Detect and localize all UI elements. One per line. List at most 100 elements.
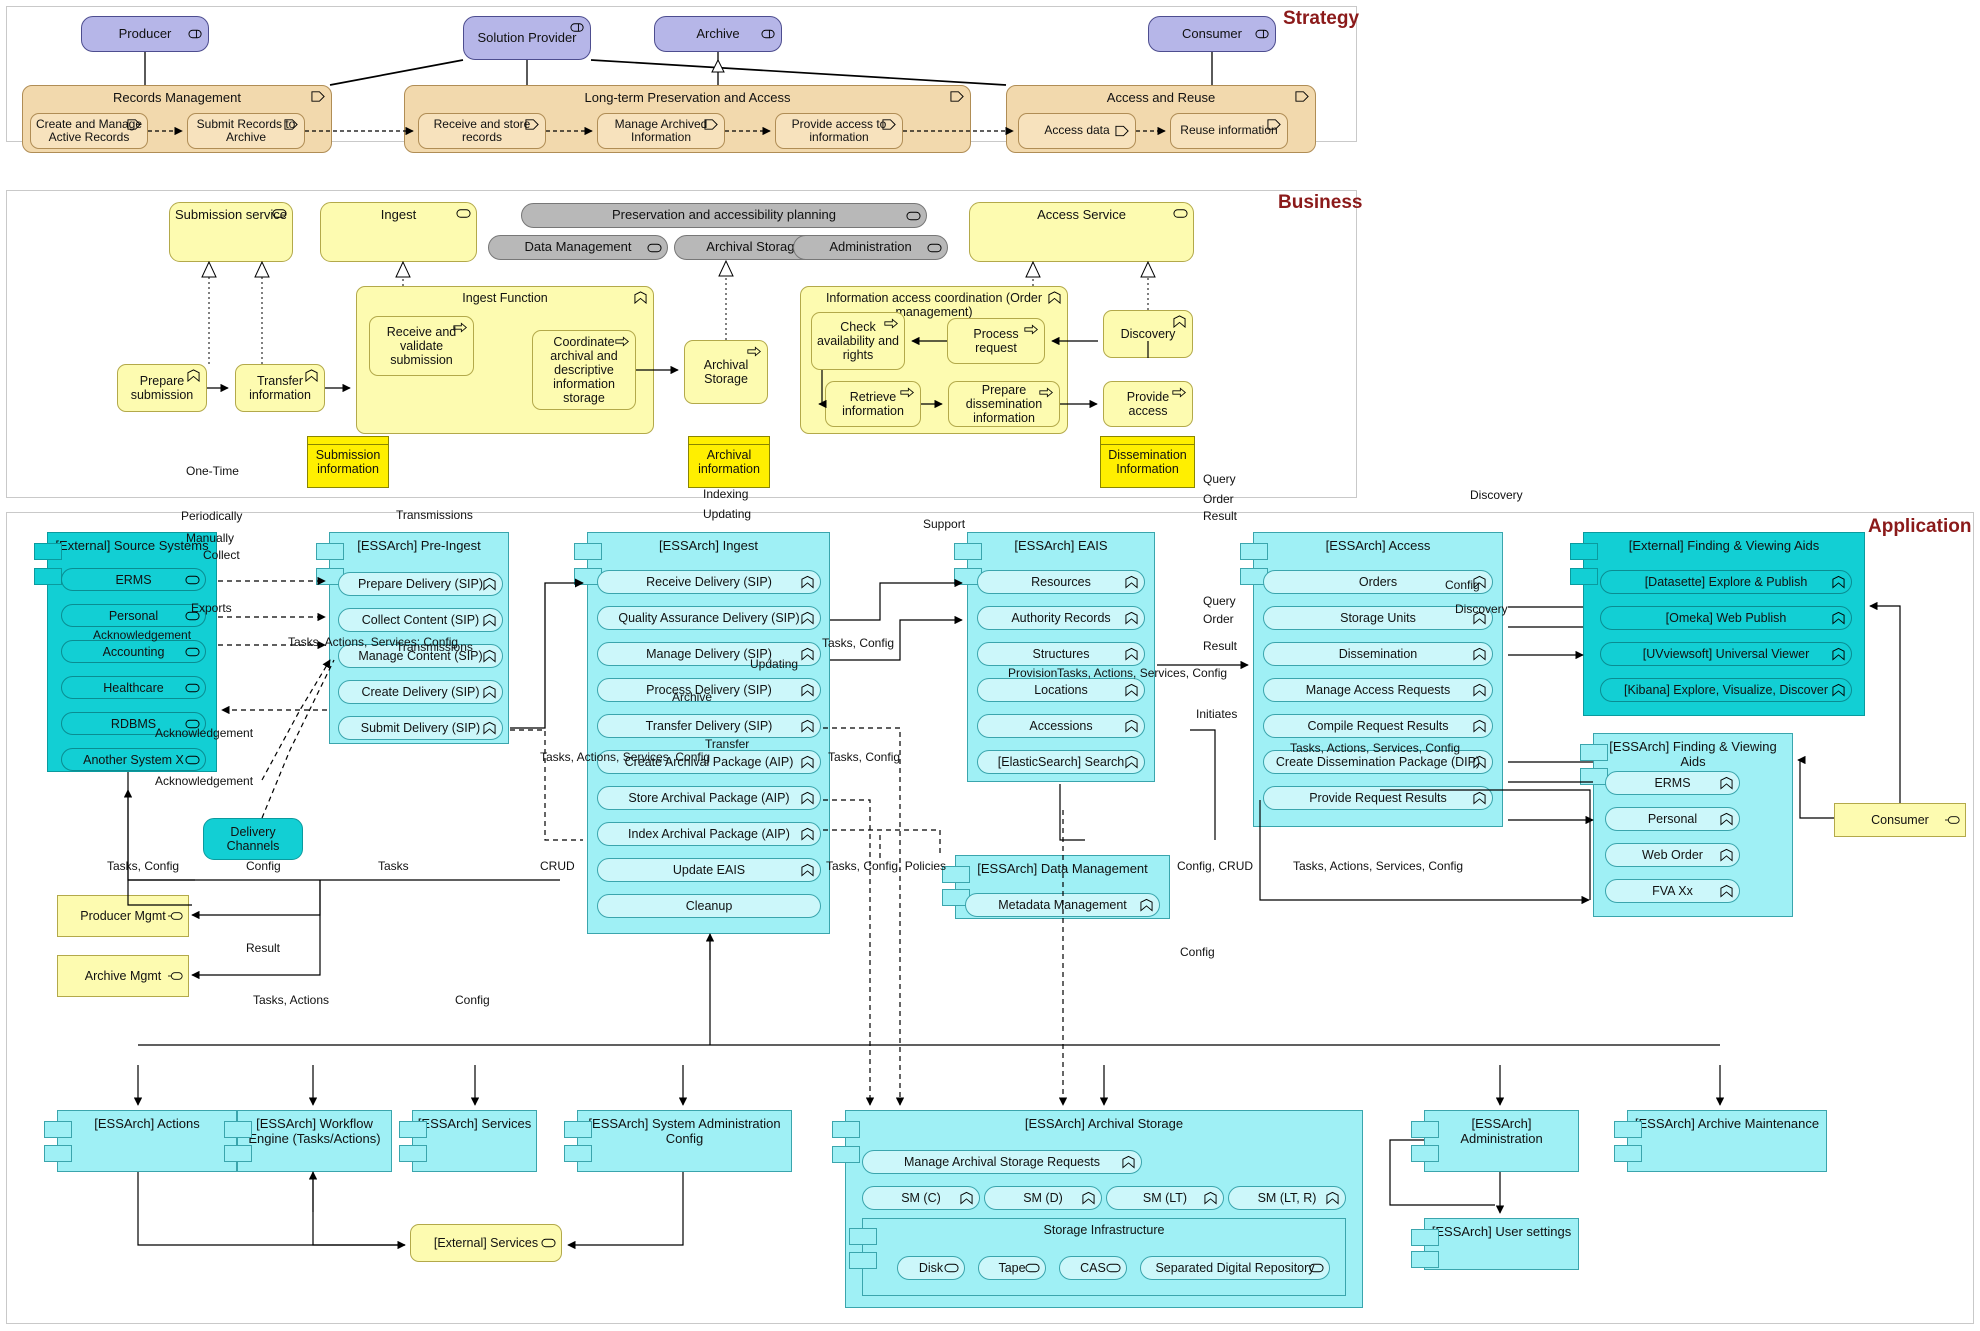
function-sm-lt-r[interactable]: SM (LT, R) — [1228, 1186, 1346, 1210]
function-provide-request-results[interactable]: Provide Request Results — [1263, 786, 1493, 810]
business-service-label: Data Management — [524, 239, 632, 255]
application-function-icon — [1473, 791, 1486, 805]
service-accounting[interactable]: Accounting — [61, 640, 206, 663]
function-cleanup[interactable]: Cleanup — [597, 894, 821, 918]
business-object-archival-information[interactable]: Archival information — [688, 436, 770, 488]
business-object-submission-information[interactable]: Submission information — [307, 436, 389, 488]
course-provide-access-to-information[interactable]: Provide access to information — [775, 113, 903, 149]
business-process-discovery[interactable]: Discovery — [1103, 310, 1193, 358]
function-update-eais[interactable]: Update EAIS — [597, 858, 821, 882]
function-manage-archival-storage-requests[interactable]: Manage Archival Storage Requests — [862, 1150, 1142, 1174]
function-compile-request-results[interactable]: Compile Request Results — [1263, 714, 1493, 738]
resource-archive[interactable]: Archive — [654, 16, 782, 52]
function-manage-access-requests[interactable]: Manage Access Requests — [1263, 678, 1493, 702]
course-create-manage-active-records[interactable]: Create and Manage Active Records — [30, 113, 148, 149]
function-dissemination[interactable]: Dissemination — [1263, 642, 1493, 666]
function-collect-content-sip[interactable]: Collect Content (SIP) — [338, 608, 503, 632]
edge-label: CRUD — [540, 859, 575, 873]
function-fva-personal[interactable]: Personal — [1605, 807, 1740, 831]
function-elasticsearch-search[interactable]: [ElasticSearch] Search — [977, 750, 1145, 774]
object-archive-mgmt[interactable]: Archive Mgmt — [57, 955, 189, 997]
component-archive-maintenance[interactable]: [ESSArch] Archive Maintenance — [1627, 1110, 1827, 1172]
course-submit-records-to-archive[interactable]: Submit Records to Archive — [187, 113, 305, 149]
component-workflow-engine[interactable]: [ESSArch] Workflow Engine (Tasks/Actions… — [237, 1110, 392, 1172]
component-services[interactable]: [ESSArch] Services — [412, 1110, 537, 1172]
component-administration[interactable]: [ESSArch] Administration — [1424, 1110, 1579, 1172]
business-service-label: Preservation and accessibility planning — [611, 207, 836, 223]
business-process-prepare-dissemination[interactable]: Prepare dissemination information — [948, 381, 1060, 427]
business-process-provide-access[interactable]: Provide access — [1103, 381, 1193, 427]
component-nub — [1240, 543, 1268, 560]
course-access-data[interactable]: Access data — [1018, 113, 1136, 149]
component-label: [ESSArch] Services — [417, 1116, 532, 1131]
business-service-administration[interactable]: Administration — [793, 235, 948, 260]
application-function-icon — [1832, 611, 1845, 625]
business-service-data-management[interactable]: Data Management — [488, 235, 668, 260]
course-of-action-icon — [1115, 125, 1129, 137]
service-personal[interactable]: Personal — [61, 604, 206, 627]
object-consumer[interactable]: Consumer — [1834, 803, 1966, 837]
function-datasette-explore-publish[interactable]: [Datasette] Explore & Publish — [1600, 570, 1852, 594]
function-fva-erms[interactable]: ERMS — [1605, 771, 1740, 795]
course-receive-and-store-records[interactable]: Receive and store records — [418, 113, 546, 149]
function-sm-d[interactable]: SM (D) — [984, 1186, 1102, 1210]
service-disk[interactable]: Disk — [897, 1256, 965, 1280]
function-uvviewsoft-universal-viewer[interactable]: [UVviewsoft] Universal Viewer — [1600, 642, 1852, 666]
resource-solution-provider[interactable]: Solution Provider — [463, 16, 591, 60]
business-service-submission[interactable]: Submission service — [169, 202, 293, 262]
function-locations[interactable]: Locations — [977, 678, 1145, 702]
function-sm-lt[interactable]: SM (LT) — [1106, 1186, 1224, 1210]
component-delivery-channels[interactable]: Delivery Channels — [203, 818, 303, 860]
function-sm-c[interactable]: SM (C) — [862, 1186, 980, 1210]
course-reuse-information[interactable]: Reuse information — [1170, 113, 1288, 149]
business-service-access[interactable]: Access Service — [969, 202, 1194, 262]
function-fva-web-order[interactable]: Web Order — [1605, 843, 1740, 867]
edge-label: Transfer — [705, 737, 750, 751]
object-external-services[interactable]: [External] Services — [410, 1224, 562, 1262]
function-structures[interactable]: Structures — [977, 642, 1145, 666]
business-process-retrieve-information[interactable]: Retrieve information — [825, 381, 921, 427]
application-function-icon — [801, 683, 814, 697]
course-manage-archived-information[interactable]: Manage Archived Information — [597, 113, 725, 149]
business-process-prepare-submission[interactable]: Prepare submission — [117, 364, 207, 412]
function-create-delivery-sip[interactable]: Create Delivery (SIP) — [338, 680, 503, 704]
function-accessions[interactable]: Accessions — [977, 714, 1145, 738]
function-quality-assurance-delivery-sip[interactable]: Quality Assurance Delivery (SIP) — [597, 606, 821, 630]
business-service-preservation-planning[interactable]: Preservation and accessibility planning — [521, 203, 927, 228]
business-service-ingest[interactable]: Ingest — [320, 202, 477, 262]
resource-consumer[interactable]: Consumer — [1148, 16, 1276, 52]
component-user-settings[interactable]: [ESSArch] User settings — [1424, 1218, 1579, 1270]
service-healthcare[interactable]: Healthcare — [61, 676, 206, 699]
service-tape[interactable]: Tape — [978, 1256, 1046, 1280]
business-process-coordinate-archival[interactable]: Coordinate archival and descriptive info… — [532, 330, 636, 410]
component-system-administration-config[interactable]: [ESSArch] System Administration Config — [577, 1110, 792, 1172]
function-kibana-explore-visualize-discover[interactable]: [Kibana] Explore, Visualize, Discover — [1600, 678, 1852, 702]
business-process-receive-validate[interactable]: Receive and validate submission — [369, 316, 474, 376]
function-receive-delivery-sip[interactable]: Receive Delivery (SIP) — [597, 570, 821, 594]
function-resources[interactable]: Resources — [977, 570, 1145, 594]
function-store-archival-package-aip[interactable]: Store Archival Package (AIP) — [597, 786, 821, 810]
function-fva-xx[interactable]: FVA Xx — [1605, 879, 1740, 903]
service-cas[interactable]: CAS — [1059, 1256, 1127, 1280]
function-transfer-delivery-sip[interactable]: Transfer Delivery (SIP) — [597, 714, 821, 738]
service-separated-digital-repository[interactable]: Separated Digital Repository — [1140, 1256, 1330, 1280]
function-metadata-management[interactable]: Metadata Management — [965, 893, 1160, 917]
component-nub — [832, 1121, 860, 1138]
function-label: [Omeka] Web Publish — [1665, 611, 1787, 625]
object-producer-mgmt[interactable]: Producer Mgmt — [57, 895, 189, 937]
service-erms[interactable]: ERMS — [61, 568, 206, 591]
service-another-system-x[interactable]: Another System X — [61, 748, 206, 771]
resource-icon — [188, 29, 202, 39]
function-index-archival-package-aip[interactable]: Index Archival Package (AIP) — [597, 822, 821, 846]
function-omeka-web-publish[interactable]: [Omeka] Web Publish — [1600, 606, 1852, 630]
function-authority-records[interactable]: Authority Records — [977, 606, 1145, 630]
component-actions[interactable]: [ESSArch] Actions — [57, 1110, 237, 1172]
business-process-process-request[interactable]: Process request — [947, 318, 1045, 364]
function-prepare-delivery-sip[interactable]: Prepare Delivery (SIP) — [338, 572, 503, 596]
resource-producer[interactable]: Producer — [81, 16, 209, 52]
business-process-check-availability[interactable]: Check availability and rights — [811, 312, 905, 370]
business-process-archival-storage[interactable]: Archival Storage — [684, 340, 768, 404]
business-object-dissemination-information[interactable]: Dissemination Information — [1100, 436, 1195, 488]
function-submit-delivery-sip[interactable]: Submit Delivery (SIP) — [338, 716, 503, 740]
business-process-transfer-information[interactable]: Transfer information — [235, 364, 325, 412]
